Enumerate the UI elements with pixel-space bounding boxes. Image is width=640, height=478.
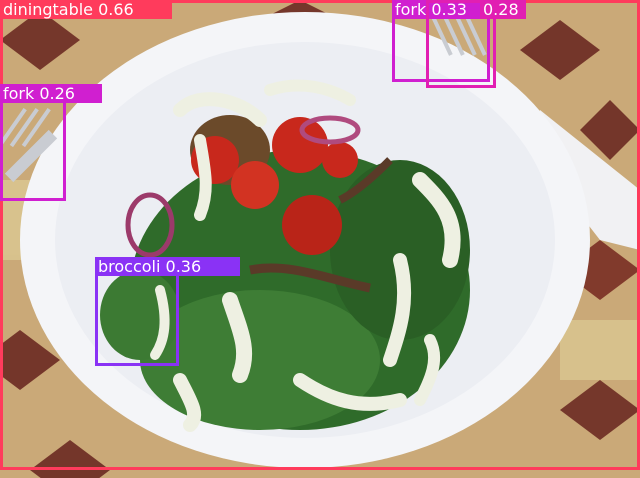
detection-box-diningtable (0, 0, 640, 470)
detection-label-broccoli: broccoli 0.36 (95, 257, 240, 276)
detection-scene: diningtable 0.66 fork 0.33 0.28 fork 0.2… (0, 0, 640, 478)
detection-label-diningtable: diningtable 0.66 (0, 0, 172, 19)
detection-label-fork-b: 0.28 (480, 0, 526, 19)
detection-label-fork-c: fork 0.26 (0, 84, 102, 103)
